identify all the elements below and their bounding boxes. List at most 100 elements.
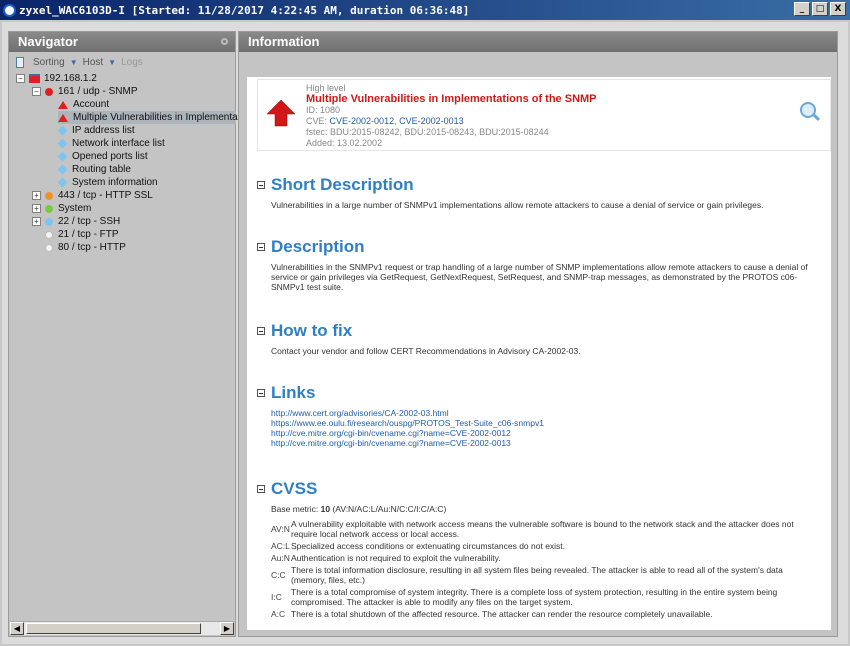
- info-icon: [57, 151, 68, 162]
- scroll-right-icon[interactable]: ▶: [220, 622, 234, 635]
- high-vuln-icon: [58, 100, 68, 109]
- info-icon: [57, 177, 68, 188]
- section-heading: CVSS: [257, 479, 817, 499]
- host-menu[interactable]: Host: [83, 57, 104, 68]
- tree-item-label: 21 / tcp - FTP: [58, 229, 119, 240]
- cvss-key: A:C: [271, 609, 286, 619]
- sorting-dropdown-icon[interactable]: ▼: [70, 58, 78, 67]
- information-title: Information: [248, 34, 320, 49]
- cvss-section: CVSS Base metric: 10 (AV:N/AC:L/Au:N/C:C…: [257, 479, 817, 620]
- scroll-thumb[interactable]: [26, 623, 201, 634]
- tree-item-snmp[interactable]: − 161 / udp - SNMP: [32, 85, 137, 98]
- base-metric-value: 10: [320, 504, 331, 514]
- reference-link[interactable]: https://www.ee.oulu.fi/research/ouspg/PR…: [271, 418, 817, 428]
- collapse-icon[interactable]: −: [16, 74, 25, 83]
- collapse-icon[interactable]: −: [32, 87, 41, 96]
- tree-item-label: Opened ports list: [72, 151, 148, 162]
- section-heading: Short Description: [257, 175, 817, 195]
- information-header: Information: [239, 32, 837, 52]
- cvss-row: I:C There is a total compromise of syste…: [271, 586, 817, 608]
- tree-item-host[interactable]: − 192.168.1.2: [16, 72, 97, 85]
- expand-icon[interactable]: +: [32, 217, 41, 226]
- cvss-text: Specialized access conditions or extenua…: [291, 541, 566, 551]
- navigator-header: Navigator: [9, 32, 235, 52]
- cve-link[interactable]: CVE-2002-0012: [330, 116, 395, 126]
- tree-item-ssh[interactable]: + 22 / tcp - SSH: [32, 215, 120, 228]
- tree-item-label: Network interface list: [72, 138, 165, 149]
- severity-high-icon: [45, 87, 53, 96]
- base-metric-label: Base metric:: [271, 504, 319, 514]
- app-icon: [3, 3, 16, 17]
- tree-item-sysinfo[interactable]: System information: [57, 176, 158, 189]
- collapse-icon[interactable]: [257, 243, 265, 251]
- tree-item-routing[interactable]: Routing table: [57, 163, 131, 176]
- section-title: Description: [271, 237, 365, 256]
- navigator-title: Navigator: [18, 34, 78, 49]
- tree-item-label: Account: [73, 99, 110, 110]
- collapse-icon[interactable]: [257, 389, 265, 397]
- logs-menu[interactable]: Logs: [121, 57, 143, 68]
- navigator-panel: Navigator Sorting ▼ Host ▼ Logs − 192.16…: [8, 31, 259, 637]
- cvss-row: Au:N Authentication is not required to e…: [271, 552, 817, 564]
- expand-icon[interactable]: +: [32, 204, 41, 213]
- severity-none-icon: [45, 243, 53, 252]
- sorting-menu[interactable]: Sorting: [33, 57, 65, 68]
- added-date: Added: 13.02.2002: [306, 138, 383, 148]
- cvss-text: A vulnerability exploitable with network…: [291, 519, 794, 539]
- window-titlebar: zyxel_WAC6103D-I [Started: 11/28/2017 4:…: [0, 0, 850, 20]
- reference-link[interactable]: http://cve.mitre.org/cgi-bin/cvename.cgi…: [271, 428, 817, 438]
- tree-item-http[interactable]: 80 / tcp - HTTP: [45, 241, 126, 254]
- section-title: CVSS: [271, 479, 318, 498]
- reference-link[interactable]: http://www.cert.org/advisories/CA-2002-0…: [271, 408, 817, 418]
- fstec-ids: fstec: BDU:2015-08242, BDU:2015-08243, B…: [306, 127, 549, 137]
- host-dropdown-icon[interactable]: ▼: [108, 58, 116, 67]
- navigator-toolbar: Sorting ▼ Host ▼ Logs: [9, 52, 235, 72]
- reference-link[interactable]: http://cve.mitre.org/cgi-bin/cvename.cgi…: [271, 438, 817, 448]
- links-section: Links http://www.cert.org/advisories/CA-…: [257, 383, 817, 448]
- vulnerability-title: Multiple Vulnerabilities in Implementati…: [306, 93, 597, 105]
- cve-link[interactable]: CVE-2002-0013: [399, 116, 464, 126]
- tree-item-ports[interactable]: Opened ports list: [57, 150, 148, 163]
- cvss-row: A:C There is a total shutdown of the aff…: [271, 608, 817, 620]
- collapse-icon[interactable]: [257, 327, 265, 335]
- cvss-key: Au:N: [271, 553, 290, 563]
- tree-item-multiple-vulns[interactable]: Multiple Vulnerabilities in Implementati…: [58, 111, 259, 124]
- horizontal-scrollbar[interactable]: ◀ ▶: [10, 621, 234, 635]
- tree-item-ftp[interactable]: 21 / tcp - FTP: [45, 228, 119, 241]
- cvss-base-metric: Base metric: 10 (AV:N/AC:L/Au:N/C:C/I:C/…: [271, 504, 817, 514]
- links-list: http://www.cert.org/advisories/CA-2002-0…: [257, 408, 817, 448]
- section-title: Links: [271, 383, 316, 402]
- expand-icon[interactable]: +: [32, 191, 41, 200]
- collapse-icon[interactable]: [257, 181, 265, 189]
- scroll-track[interactable]: [201, 622, 220, 635]
- tree-item-ssl[interactable]: + 443 / tcp - HTTP SSL: [32, 189, 153, 202]
- cvss-row: C:C There is total information disclosur…: [271, 564, 817, 586]
- collapse-icon[interactable]: [257, 485, 265, 493]
- window-title: zyxel_WAC6103D-I [Started: 11/28/2017 4:…: [19, 3, 470, 17]
- minimize-button[interactable]: _: [794, 2, 810, 16]
- gear-icon[interactable]: [221, 38, 228, 45]
- severity-none-icon: [45, 230, 53, 239]
- scroll-left-icon[interactable]: ◀: [10, 622, 24, 635]
- close-button[interactable]: X: [830, 2, 846, 16]
- vulnerability-id: ID: 1080: [306, 105, 341, 115]
- tree-item-account[interactable]: Account: [58, 98, 109, 111]
- zoom-icon[interactable]: [800, 102, 816, 118]
- information-content: High level Multiple Vulnerabilities in I…: [247, 77, 831, 630]
- cvss-row: AC:L Specialized access conditions or ex…: [271, 540, 817, 552]
- cve-label: CVE:: [306, 116, 328, 126]
- tree-item-system[interactable]: + System: [32, 202, 91, 215]
- section-heading: How to fix: [257, 321, 817, 341]
- tree-view-icon[interactable]: [16, 56, 24, 68]
- section-text: Contact your vendor and follow CERT Reco…: [271, 346, 581, 356]
- vulnerability-summary: High level Multiple Vulnerabilities in I…: [257, 79, 831, 151]
- info-icon: [57, 138, 68, 149]
- cvss-vector: (AV:N/AC:L/Au:N/C:C/I:C/A:C): [332, 504, 447, 514]
- tree-item-ip-list[interactable]: IP address list: [57, 124, 135, 137]
- section-text: Vulnerabilities in the SNMPv1 request or…: [271, 262, 808, 292]
- tree-item-nic-list[interactable]: Network interface list: [57, 137, 165, 150]
- maximize-button[interactable]: □: [812, 2, 828, 16]
- section-heading: Links: [257, 383, 817, 403]
- section-heading: Description: [257, 237, 817, 257]
- navigator-tree: − 192.168.1.2 − 161 / udp - SNMP Account…: [10, 72, 259, 618]
